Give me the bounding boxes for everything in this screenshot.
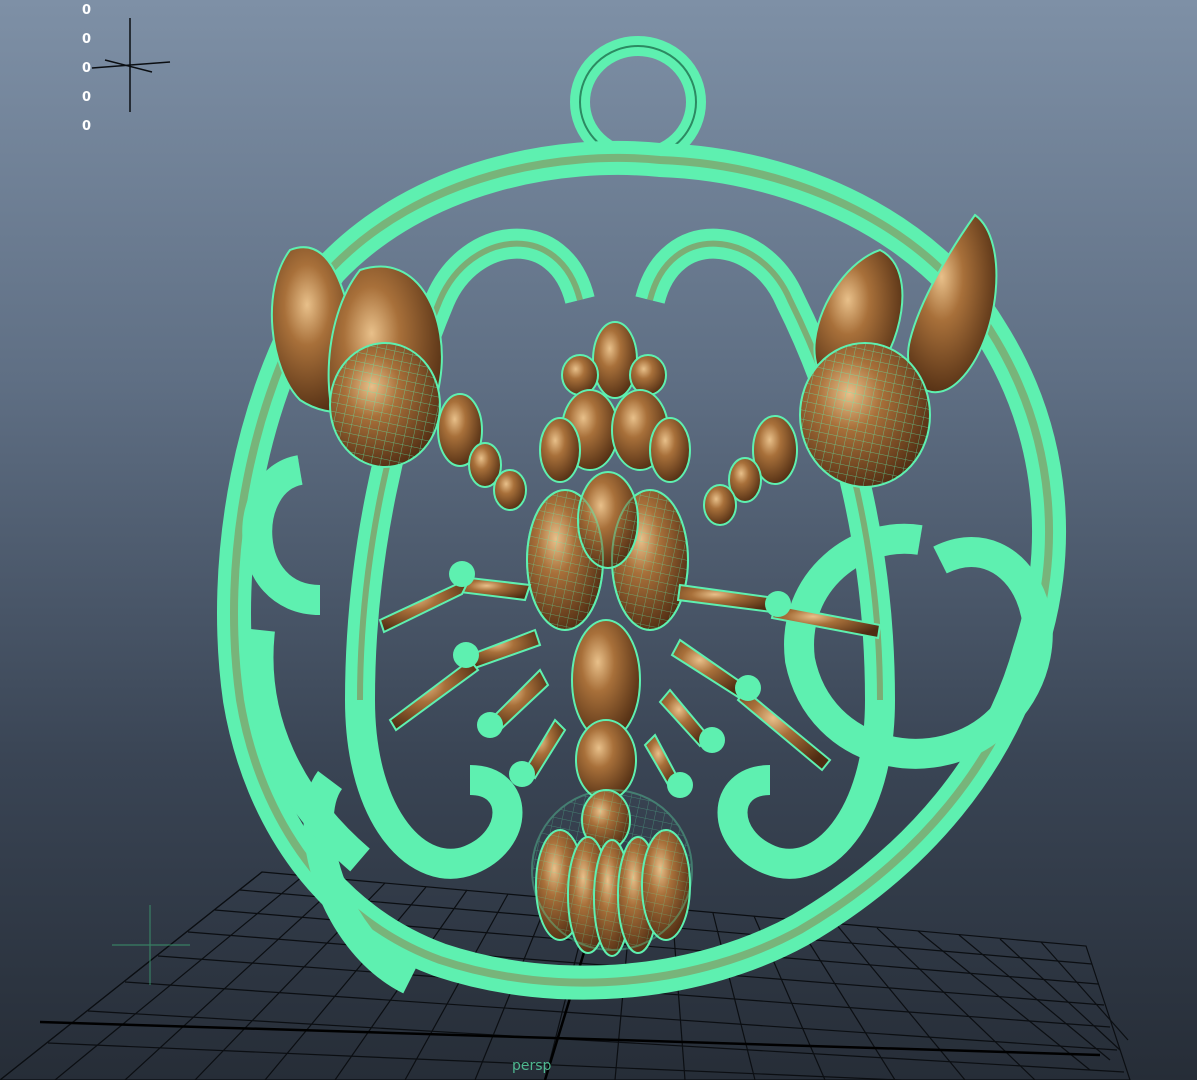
scorpion-left-claw[interactable] <box>270 246 443 468</box>
hud-stat-faces: 0 <box>82 61 92 76</box>
hud-stat-edges: 0 <box>82 32 92 47</box>
scene-canvas[interactable] <box>0 0 1197 1080</box>
hud-stat-uvs: 0 <box>82 119 92 134</box>
scorpion-tail-fan[interactable] <box>531 789 693 957</box>
camera-name-label: persp <box>512 1058 552 1074</box>
scorpion-pendant-model[interactable] <box>217 36 1066 1000</box>
heads-up-display-stats: 0 0 0 0 0 <box>82 2 91 136</box>
pendant-bail-ring[interactable] <box>570 36 706 168</box>
grid-origin-icon <box>112 905 190 985</box>
hud-stat-verts: 0 <box>82 3 92 18</box>
scorpion-head[interactable] <box>539 321 691 483</box>
scorpion-right-claw[interactable] <box>799 213 998 488</box>
hud-stat-tris: 0 <box>82 90 92 105</box>
axis-gizmo-icon <box>91 18 171 112</box>
maya-perspective-viewport[interactable]: 0 0 0 0 0 persp <box>0 0 1197 1080</box>
